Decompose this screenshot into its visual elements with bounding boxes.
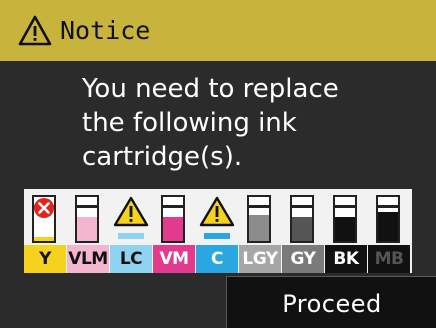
title-bar: Notice <box>0 0 436 61</box>
ink-marker-line <box>378 205 398 208</box>
page-title: Notice <box>60 16 151 45</box>
ink-slot-c: C <box>196 189 238 273</box>
ink-label: C <box>196 245 238 273</box>
message-line: the following ink <box>82 108 297 138</box>
ink-slot-vlm: VLM <box>67 189 109 273</box>
ink-level-fill <box>378 212 398 241</box>
ink-cartridge-strip: Y VLM LC VM C LGY GY BK MB <box>24 189 412 273</box>
notice-message: You need to replace the following ink ca… <box>82 72 422 174</box>
message-line: cartridge(s). <box>82 142 243 172</box>
notice-screen: Notice You need to replace the following… <box>0 0 436 328</box>
ink-slot-mb: MB <box>368 189 410 273</box>
ink-cartridge-level <box>75 195 99 243</box>
ink-level-fill <box>118 233 144 239</box>
ink-cartridge-level <box>376 195 400 243</box>
ink-marker-line <box>163 205 183 208</box>
ink-label: MB <box>368 245 410 273</box>
ink-label: LC <box>110 245 152 273</box>
ink-slot-lgy: LGY <box>239 189 281 273</box>
ink-label: BK <box>325 245 367 273</box>
warning-triangle-icon <box>199 196 235 227</box>
ink-slot-lc: LC <box>110 189 152 273</box>
ink-cartridge-level <box>333 195 357 243</box>
message-line: You need to replace <box>82 74 339 104</box>
ink-marker-line <box>292 205 312 208</box>
ink-slot-y: Y <box>24 189 66 273</box>
proceed-button-label: Proceed <box>282 290 382 318</box>
ink-label: LGY <box>239 245 281 273</box>
error-x-icon <box>34 198 54 218</box>
ink-level-fill <box>77 217 97 241</box>
ink-level-fill <box>163 217 183 241</box>
ink-marker-line <box>77 205 97 208</box>
warning-triangle-icon <box>113 196 149 227</box>
ink-label: VM <box>153 245 195 273</box>
ink-cartridge-level <box>247 195 271 243</box>
ink-label: VLM <box>67 245 109 273</box>
ink-level-fill <box>335 217 355 241</box>
proceed-button[interactable]: Proceed <box>226 276 436 328</box>
ink-cartridge-level <box>161 195 185 243</box>
ink-marker-line <box>335 205 355 208</box>
ink-label: GY <box>282 245 324 273</box>
ink-slot-vm: VM <box>153 189 195 273</box>
ink-level-fill <box>292 217 312 241</box>
ink-slot-gy: GY <box>282 189 324 273</box>
ink-level-fill <box>204 233 230 239</box>
ink-marker-line <box>249 205 269 208</box>
ink-level-fill <box>34 237 54 241</box>
warning-triangle-icon <box>18 15 52 45</box>
ink-level-fill <box>249 215 269 241</box>
ink-cartridge-level <box>290 195 314 243</box>
ink-slot-bk: BK <box>325 189 367 273</box>
ink-label: Y <box>24 245 66 273</box>
